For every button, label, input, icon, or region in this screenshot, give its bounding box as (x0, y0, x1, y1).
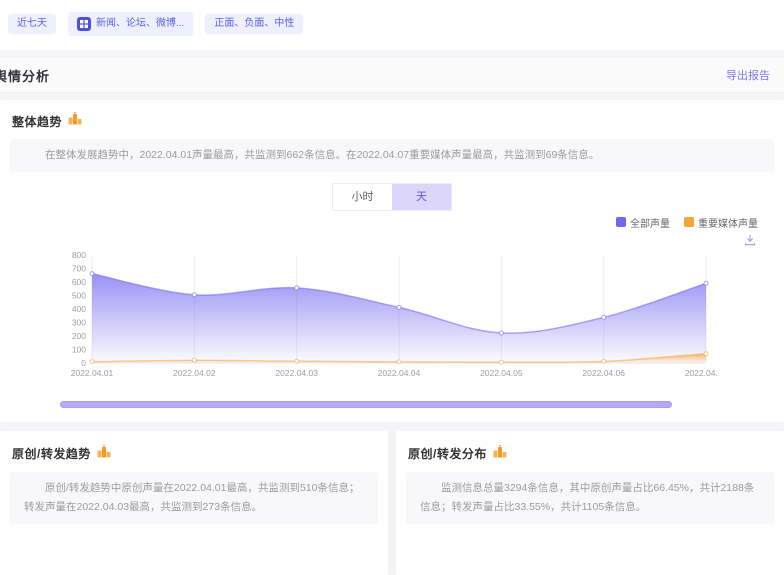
origin-repost-distribution-card: 原创/转发分布 监测信息总量3294条信息，其中原创声量占比66.45%，共计2… (396, 431, 784, 575)
svg-text:2022.04.06: 2022.04.06 (582, 368, 625, 378)
svg-text:2022.04.03: 2022.04.03 (275, 368, 318, 378)
svg-text:800: 800 (72, 250, 86, 260)
legend-label-total: 全部声量 (630, 215, 670, 230)
filter-tag-time[interactable]: 近七天 (8, 14, 56, 34)
svg-text:500: 500 (72, 290, 86, 300)
origin-repost-distribution-title-row: 原创/转发分布 (406, 443, 774, 472)
overall-summary: 在整体发展趋势中，2022.04.01声量最高，共监测到662条信息。在2022… (10, 139, 774, 172)
svg-text:2022.04.01: 2022.04.01 (71, 368, 114, 378)
page-title: 舆情分析 (0, 66, 50, 85)
podium-chart-icon (97, 445, 111, 463)
svg-text:700: 700 (72, 263, 86, 273)
svg-text:2022.04.02: 2022.04.02 (173, 368, 216, 378)
origin-repost-distribution-summary: 监测信息总量3294条信息，其中原创声量占比66.45%，共计2188条信息；转… (406, 472, 774, 524)
channels-grid-icon (77, 17, 91, 31)
origin-repost-trend-title: 原创/转发趋势 (12, 445, 91, 462)
legend-item-media[interactable]: 重要媒体声量 (684, 215, 758, 230)
podium-chart-icon (493, 445, 507, 463)
filter-tag-sentiment[interactable]: 正面、负面、中性 (205, 14, 303, 34)
bottom-cards-row: 原创/转发趋势 原创/转发趋势中原创声量在2022.04.01最高，共监测到51… (0, 431, 784, 575)
svg-text:400: 400 (72, 304, 86, 314)
podium-chart-icon (68, 112, 82, 130)
download-icon[interactable] (744, 233, 756, 245)
filter-tag-source-label: 新闻、论坛、微博... (96, 19, 184, 29)
svg-text:600: 600 (72, 277, 86, 287)
chart-legend: 全部声量 重要媒体声量 (10, 215, 774, 230)
svg-text:100: 100 (72, 344, 86, 354)
legend-swatch-media (684, 217, 694, 227)
origin-repost-trend-card: 原创/转发趋势 原创/转发趋势中原创声量在2022.04.01最高，共监测到51… (0, 431, 388, 575)
svg-text:0: 0 (81, 358, 86, 368)
origin-repost-distribution-title: 原创/转发分布 (408, 445, 487, 462)
legend-swatch-total (616, 217, 626, 227)
granularity-toggle: 小时 天 (332, 183, 452, 211)
svg-text:2022.04.07: 2022.04.07 (685, 368, 718, 378)
overall-trend-card: 整体趋势 在整体发展趋势中，2022.04.01声量最高，共监测到662条信息。… (0, 100, 784, 422)
origin-repost-trend-title-row: 原创/转发趋势 (10, 443, 378, 472)
export-report-link[interactable]: 导出报告 (726, 67, 770, 83)
legend-label-media: 重要媒体声量 (698, 215, 758, 230)
svg-text:2022.04.04: 2022.04.04 (378, 368, 421, 378)
trend-area-chart[interactable]: 0 100 200 300 400 500 600 700 800 2022.04.01 2022.… (58, 245, 718, 387)
legend-item-total[interactable]: 全部声量 (616, 215, 670, 230)
origin-repost-trend-summary: 原创/转发趋势中原创声量在2022.04.01最高，共监测到510条信息；转发声… (10, 472, 378, 524)
overall-trend-title-row: 整体趋势 (10, 110, 774, 139)
filter-bar: 近七天 新闻、论坛、微博... 正面、负面、中性 (0, 0, 784, 50)
datazoom-slider[interactable] (60, 401, 672, 408)
filter-tag-source[interactable]: 新闻、论坛、微博... (68, 12, 193, 36)
toggle-option-hour[interactable]: 小时 (333, 184, 392, 210)
svg-text:200: 200 (72, 331, 86, 341)
toggle-option-day[interactable]: 天 (392, 184, 451, 210)
svg-text:300: 300 (72, 317, 86, 327)
svg-text:2022.04.05: 2022.04.05 (480, 368, 523, 378)
overall-trend-title: 整体趋势 (12, 113, 62, 130)
chart-toolbox (10, 233, 774, 245)
page-header: 舆情分析 导出报告 (0, 58, 784, 93)
